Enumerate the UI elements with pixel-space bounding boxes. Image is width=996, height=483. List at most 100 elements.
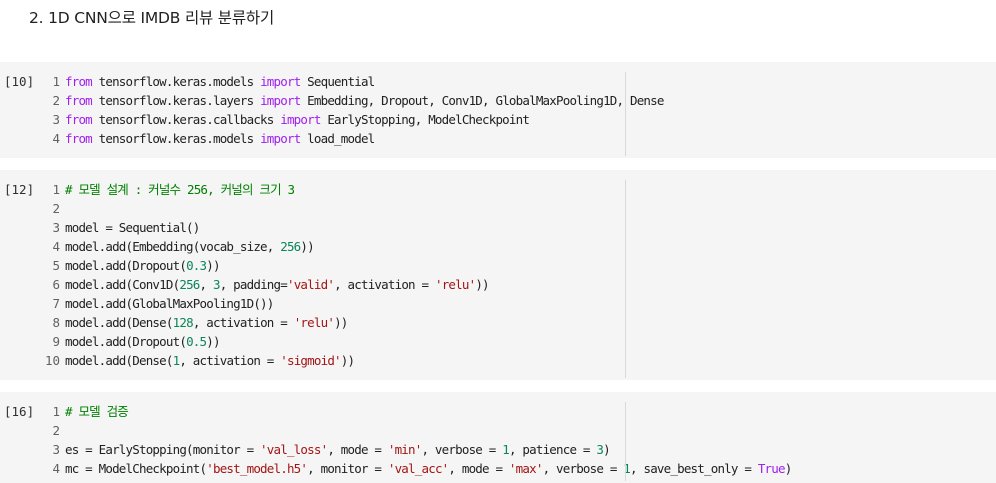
line-source: model.add(Dense(1, activation = 'sigmoid… — [60, 351, 355, 370]
line-number: 3 — [52, 442, 60, 457]
code-token: 'val_acc' — [387, 461, 449, 476]
code-token: Sequential — [300, 74, 375, 89]
line-number: 6 — [52, 277, 60, 292]
code-line[interactable]: 9 model.add(Dropout(0.5)) — [30, 332, 489, 351]
code-line[interactable]: 6 model.add(Conv1D(256, 3, padding='valid… — [30, 275, 489, 294]
code-line[interactable]: 4 model.add(Embedding(vocab_size, 256)) — [30, 237, 489, 256]
line-number: 9 — [52, 334, 60, 349]
code-token: tensorflow.keras.layers — [91, 93, 261, 108]
code-editor[interactable]: 1 from tensorflow.keras.models import Seq… — [30, 72, 664, 148]
code-line[interactable]: 2 from tensorflow.keras.layers import Emb… — [30, 91, 664, 110]
line-number: 5 — [52, 258, 60, 273]
code-token: Embedding, Dropout, Conv1D, GlobalMaxPoo… — [300, 93, 664, 108]
code-line[interactable]: 1 # 모델 검증 — [30, 402, 791, 421]
line-source: mc = ModelCheckpoint('best_model.h5', mo… — [60, 459, 793, 478]
code-token: model.add(Dense( — [65, 353, 173, 368]
code-line[interactable]: 2 — [30, 421, 791, 440]
code-token: 3 — [212, 277, 221, 292]
line-source: model.add(Dropout(0.5)) — [60, 332, 221, 351]
code-token: )) — [206, 334, 220, 349]
code-token: # 모델 검증 — [65, 404, 129, 419]
code-token: )) — [300, 239, 314, 254]
code-line[interactable]: 8 model.add(Dense(128, activation = 'relu… — [30, 313, 489, 332]
line-number: 1 — [52, 182, 60, 197]
line-source: # 모델 검증 — [60, 402, 129, 421]
code-token: import — [260, 74, 301, 89]
code-token: load_model — [300, 131, 375, 146]
code-token: model.add(Dropout( — [65, 334, 187, 349]
code-token: 0.5 — [186, 334, 207, 349]
code-token: # 모델 설계 : 커널수 256, 커널의 크기 3 — [65, 182, 295, 197]
code-token: 'val_loss' — [260, 442, 328, 457]
line-source: from tensorflow.keras.models import Sequ… — [60, 72, 375, 91]
code-line[interactable]: 3 from tensorflow.keras.callbacks import … — [30, 110, 664, 129]
code-token: , verbose = — [542, 461, 624, 476]
code-token: , save_best_only = — [630, 461, 758, 476]
code-token: 256 — [179, 277, 200, 292]
code-token: tensorflow.keras.models — [91, 131, 261, 146]
line-number: 7 — [52, 296, 60, 311]
code-token: 1 — [502, 442, 510, 457]
code-token: , mode = — [448, 461, 509, 476]
code-line[interactable]: 3 es = EarlyStopping(monitor = 'val_loss'… — [30, 440, 791, 459]
code-line[interactable]: 5 model.add(Dropout(0.3)) — [30, 256, 489, 275]
code-token: ) — [784, 461, 793, 476]
line-source: model.add(Embedding(vocab_size, 256)) — [60, 237, 315, 256]
line-source: es = EarlyStopping(monitor = 'val_loss',… — [60, 440, 611, 459]
line-source: model.add(Dropout(0.3)) — [60, 256, 221, 275]
code-token: from — [65, 131, 93, 146]
code-token: model = Sequential() — [65, 220, 200, 235]
line-number: 3 — [52, 220, 60, 235]
code-line[interactable]: 7 model.add(GlobalMaxPooling1D()) — [30, 294, 489, 313]
code-token: , activation = — [334, 277, 435, 292]
code-token: 256 — [280, 239, 301, 254]
code-line[interactable]: 1 from tensorflow.keras.models import Seq… — [30, 72, 664, 91]
code-token: )) — [334, 315, 348, 330]
code-cell-imports[interactable]: [10] 1 from tensorflow.keras.models impor… — [0, 62, 996, 158]
line-number: 4 — [52, 239, 60, 254]
code-line[interactable]: 2 — [30, 199, 489, 218]
line-length-ruler — [625, 180, 626, 378]
code-token: , activation = — [179, 353, 281, 368]
line-source: model = Sequential() — [60, 218, 200, 237]
code-token: 'min' — [387, 442, 422, 457]
code-line[interactable]: 3 model = Sequential() — [30, 218, 489, 237]
line-number: 2 — [52, 423, 60, 438]
line-source: from tensorflow.keras.models import load… — [60, 129, 375, 148]
code-line[interactable]: 10 model.add(Dense(1, activation = 'sigmo… — [30, 351, 489, 370]
code-token: )) — [206, 258, 220, 273]
code-token: import — [260, 131, 301, 146]
code-token: from — [65, 74, 93, 89]
code-token: model.add(Embedding(vocab_size, — [65, 239, 281, 254]
code-editor[interactable]: 1 # 모델 설계 : 커널수 256, 커널의 크기 3 2 3 model = Se… — [30, 180, 490, 370]
code-token: from — [65, 93, 93, 108]
code-token: model.add(Dropout( — [65, 258, 187, 273]
line-source: from tensorflow.keras.callbacks import E… — [60, 110, 530, 129]
code-cell-model-validation[interactable]: [16] 1 # 모델 검증 2 3 es = EarlyStopping(monito… — [0, 392, 996, 483]
code-editor[interactable]: 1 # 모델 검증 2 3 es = EarlyStopping(monitor = '… — [30, 402, 793, 478]
code-token: tensorflow.keras.callbacks — [91, 112, 281, 127]
code-line[interactable]: 4 mc = ModelCheckpoint('best_model.h5', m… — [30, 459, 793, 478]
line-source: model.add(Dense(128, activation = 'relu'… — [60, 313, 348, 332]
code-token: 'max' — [508, 461, 543, 476]
line-number: 1 — [52, 74, 60, 89]
code-token: , mode = — [327, 442, 388, 457]
line-source: model.add(GlobalMaxPooling1D()) — [60, 294, 274, 313]
line-number: 4 — [52, 461, 60, 476]
code-token: 'best_model.h5' — [206, 461, 308, 476]
line-source: # 모델 설계 : 커널수 256, 커널의 크기 3 — [60, 180, 295, 199]
code-token: , activation = — [192, 315, 294, 330]
code-line[interactable]: 4 from tensorflow.keras.models import loa… — [30, 129, 664, 148]
code-token: )) — [340, 353, 355, 368]
code-line[interactable]: 1 # 모델 설계 : 커널수 256, 커널의 크기 3 — [30, 180, 489, 199]
line-source: from tensorflow.keras.layers import Embe… — [60, 91, 664, 110]
code-token: 'relu' — [293, 315, 335, 330]
section-title: 2. 1D CNN으로 IMDB 리뷰 분류하기 — [29, 9, 275, 27]
code-token: 128 — [172, 315, 194, 330]
code-token: , patience = — [508, 442, 597, 457]
code-token: , verbose = — [421, 442, 503, 457]
code-token: , monitor = — [307, 461, 388, 476]
code-cell-model-design[interactable]: [12] 1 # 모델 설계 : 커널수 256, 커널의 크기 3 2 3 model… — [0, 170, 996, 380]
code-token: from — [65, 112, 93, 127]
code-token: )) — [475, 277, 489, 292]
